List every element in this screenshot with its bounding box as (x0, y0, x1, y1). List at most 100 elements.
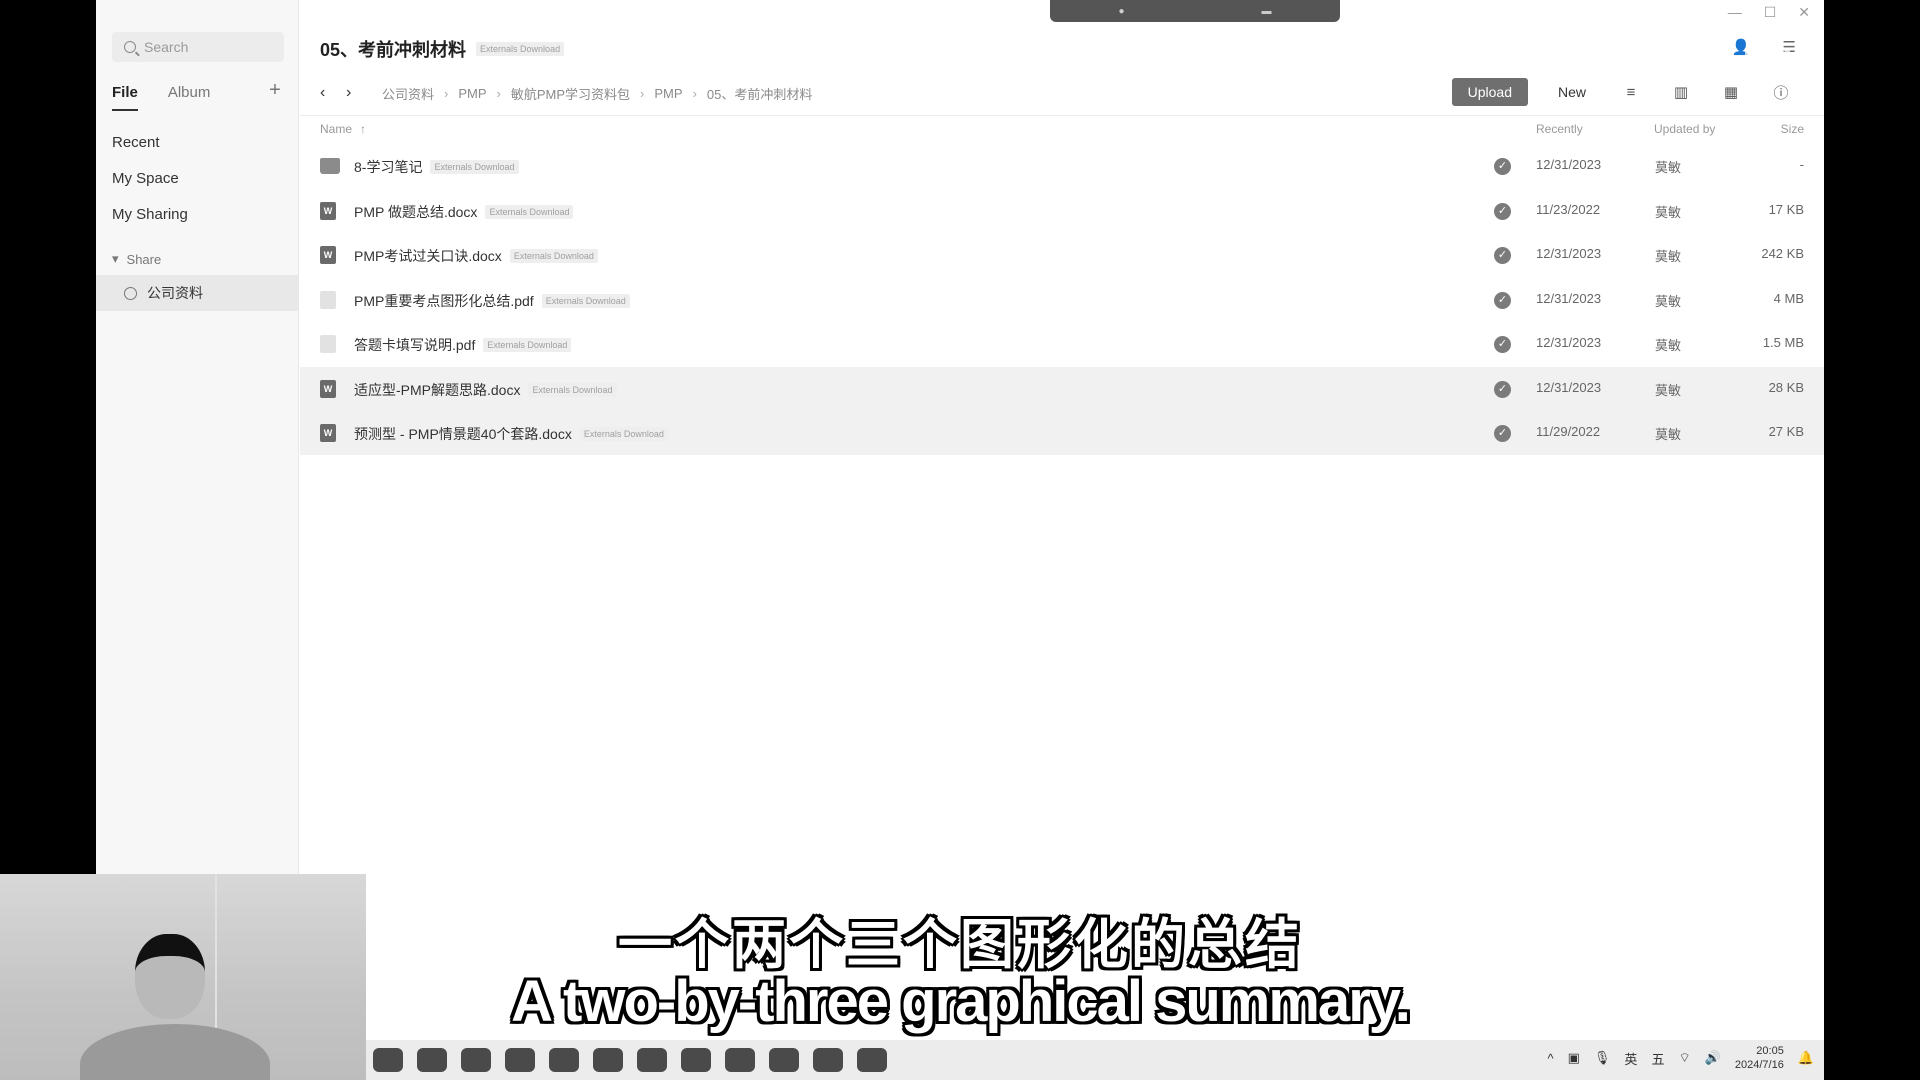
system-monitor-bar: ● ▬ (1050, 0, 1340, 22)
sidebar-item-my-space[interactable]: My Space (112, 170, 179, 187)
file-name[interactable]: PMP重要考点图形化总结.pdf (354, 291, 534, 311)
swirl-icon[interactable] (725, 1048, 755, 1072)
file-name[interactable]: 答题卡填写说明.pdf (354, 335, 475, 355)
microphone-icon[interactable]: 🎙 (1594, 1050, 1611, 1066)
penguin-icon[interactable] (461, 1048, 491, 1072)
share-section-header[interactable]: ▾ Share (112, 251, 161, 267)
file-row[interactable]: W 适应型-PMP解题思路.docx Externals Download ✓ … (300, 366, 1824, 411)
app-icon[interactable] (813, 1048, 843, 1072)
sidebar-item-recent[interactable]: Recent (112, 134, 160, 151)
file-size: 242 KB (1761, 246, 1804, 261)
caret-down-icon: ▾ (112, 251, 119, 266)
sidebar-tabs: File Album (112, 84, 284, 114)
share-header-label: Share (126, 251, 162, 267)
file-row[interactable]: W PMP考试过关口诀.docx Externals Download ✓ 12… (300, 233, 1824, 277)
file-name[interactable]: PMP 做题总结.docx (354, 202, 477, 222)
synced-check-icon: ✓ (1494, 158, 1511, 175)
column-header: Name ↑ Recently Updated by Size (320, 122, 1804, 140)
wps-icon[interactable] (681, 1048, 711, 1072)
file-updated-by: 莫敏 (1655, 293, 1682, 309)
cat-icon[interactable] (637, 1048, 667, 1072)
file-date: 11/29/2022 (1536, 424, 1601, 439)
forward-arrow-icon[interactable]: › (346, 84, 372, 102)
column-updated-by[interactable]: Updated by (1654, 122, 1715, 136)
file-row[interactable]: W PMP 做题总结.docx Externals Download ✓ 11/… (300, 189, 1824, 233)
file-name[interactable]: 适应型-PMP解题思路.docx (354, 380, 520, 400)
file-updated-by: 莫敏 (1655, 382, 1682, 398)
sidebar-item-my-sharing[interactable]: My Sharing (112, 206, 188, 223)
folder-file-icon (320, 158, 340, 174)
column-name[interactable]: Name (320, 122, 352, 136)
doc-file-icon: W (320, 379, 336, 398)
add-button[interactable]: + (264, 80, 286, 102)
file-size: 27 KB (1768, 424, 1804, 439)
wifi-icon[interactable]: ⌔ (1678, 1050, 1690, 1066)
file-name[interactable]: 8-学习笔记 (354, 157, 422, 177)
minimize-icon[interactable]: — (1728, 4, 1742, 21)
file-badge: Externals Download (485, 204, 574, 219)
column-size[interactable]: Size (1781, 122, 1804, 136)
doc-file-icon: W (320, 201, 336, 220)
synced-check-icon: ✓ (1494, 380, 1511, 398)
record-icon: ● (1118, 5, 1125, 17)
apple-icon[interactable] (373, 1048, 403, 1072)
tab-file[interactable]: File (112, 84, 138, 111)
page-title: 05、考前冲刺材料 (320, 40, 467, 60)
tray-app-icon[interactable]: ▣ (1568, 1050, 1580, 1066)
breadcrumb-item[interactable]: 公司资料 (382, 84, 434, 103)
browser-icon[interactable] (549, 1048, 579, 1072)
file-row[interactable]: PMP重要考点图形化总结.pdf Externals Download ✓ 12… (300, 278, 1824, 322)
file-updated-by: 莫敏 (1655, 338, 1682, 353)
file-badge: Externals Download (509, 249, 598, 263)
doc-file-icon: W (320, 424, 336, 442)
maximize-icon[interactable]: ☐ (1764, 4, 1777, 21)
breadcrumb-item[interactable]: 敏航PMP学习资料包 (511, 84, 630, 103)
file-updated-by: 莫敏 (1655, 427, 1682, 442)
file-date: 12/31/2023 (1536, 335, 1602, 350)
tab-album[interactable]: Album (168, 84, 211, 101)
file-size: - (1799, 157, 1804, 172)
list-view-icon[interactable]: ≡ (1616, 84, 1646, 101)
clock[interactable]: 20:05 2024/7/16 (1735, 1044, 1784, 1072)
sidebar-item-company-data[interactable]: 公司资料 (96, 275, 299, 311)
breadcrumb-item[interactable]: PMP (654, 86, 682, 101)
system-tray: ^ ▣ 🎙 英 五 ⌔ 🔊 20:05 2024/7/16 🔔 (1548, 1044, 1815, 1072)
upload-button[interactable]: Upload (1451, 78, 1528, 106)
search-input[interactable]: Search (112, 32, 284, 62)
file-size: 17 KB (1768, 201, 1804, 217)
battery-icon: ▬ (1261, 5, 1272, 17)
notification-icon[interactable]: 🔔 (1798, 1050, 1814, 1066)
ime-language[interactable]: 英 (1624, 1049, 1637, 1068)
volume-icon[interactable]: 🔊 (1705, 1050, 1721, 1066)
synced-check-icon: ✓ (1494, 202, 1511, 220)
folder-icon[interactable] (417, 1048, 447, 1072)
file-row[interactable]: W 预测型 - PMP情景题40个套路.docx Externals Downl… (300, 411, 1824, 455)
file-name[interactable]: PMP考试过关口诀.docx (354, 246, 502, 266)
sort-icon[interactable]: ↑ (360, 122, 366, 136)
music-icon[interactable] (769, 1048, 799, 1072)
file-name-cell: PMP 做题总结.docx Externals Download (354, 202, 574, 222)
file-date: 11/23/2022 (1536, 201, 1601, 217)
chrome-icon[interactable] (593, 1048, 623, 1072)
file-row[interactable]: 8-学习笔记 Externals Download ✓ 12/31/2023 莫… (300, 144, 1824, 188)
chat-icon[interactable] (505, 1048, 535, 1072)
tray-expand-icon[interactable]: ^ (1548, 1051, 1554, 1066)
file-badge: Externals Download (483, 338, 572, 352)
clock-date: 2024/7/16 (1734, 1059, 1784, 1071)
share-item-label: 公司资料 (147, 285, 203, 301)
breadcrumb-item[interactable]: PMP (458, 86, 486, 101)
ime-mode[interactable]: 五 (1651, 1049, 1664, 1068)
back-arrow-icon[interactable]: ‹ (320, 84, 346, 102)
file-row[interactable]: 答题卡填写说明.pdf Externals Download ✓ 12/31/2… (300, 322, 1824, 366)
column-view-icon[interactable]: ▥ (1666, 83, 1696, 101)
active-app-icon[interactable] (857, 1048, 887, 1072)
file-name[interactable]: 预测型 - PMP情景题40个套路.docx (354, 424, 572, 444)
close-icon[interactable]: ✕ (1798, 4, 1810, 21)
new-button[interactable]: New (1548, 78, 1596, 106)
file-badge: Externals Download (528, 382, 617, 397)
column-recently[interactable]: Recently (1536, 122, 1583, 136)
file-date: 12/31/2023 (1536, 246, 1602, 261)
divider (300, 115, 1824, 116)
breadcrumb-current[interactable]: 05、考前冲刺材料 (707, 84, 812, 103)
file-date: 12/31/2023 (1536, 157, 1602, 172)
